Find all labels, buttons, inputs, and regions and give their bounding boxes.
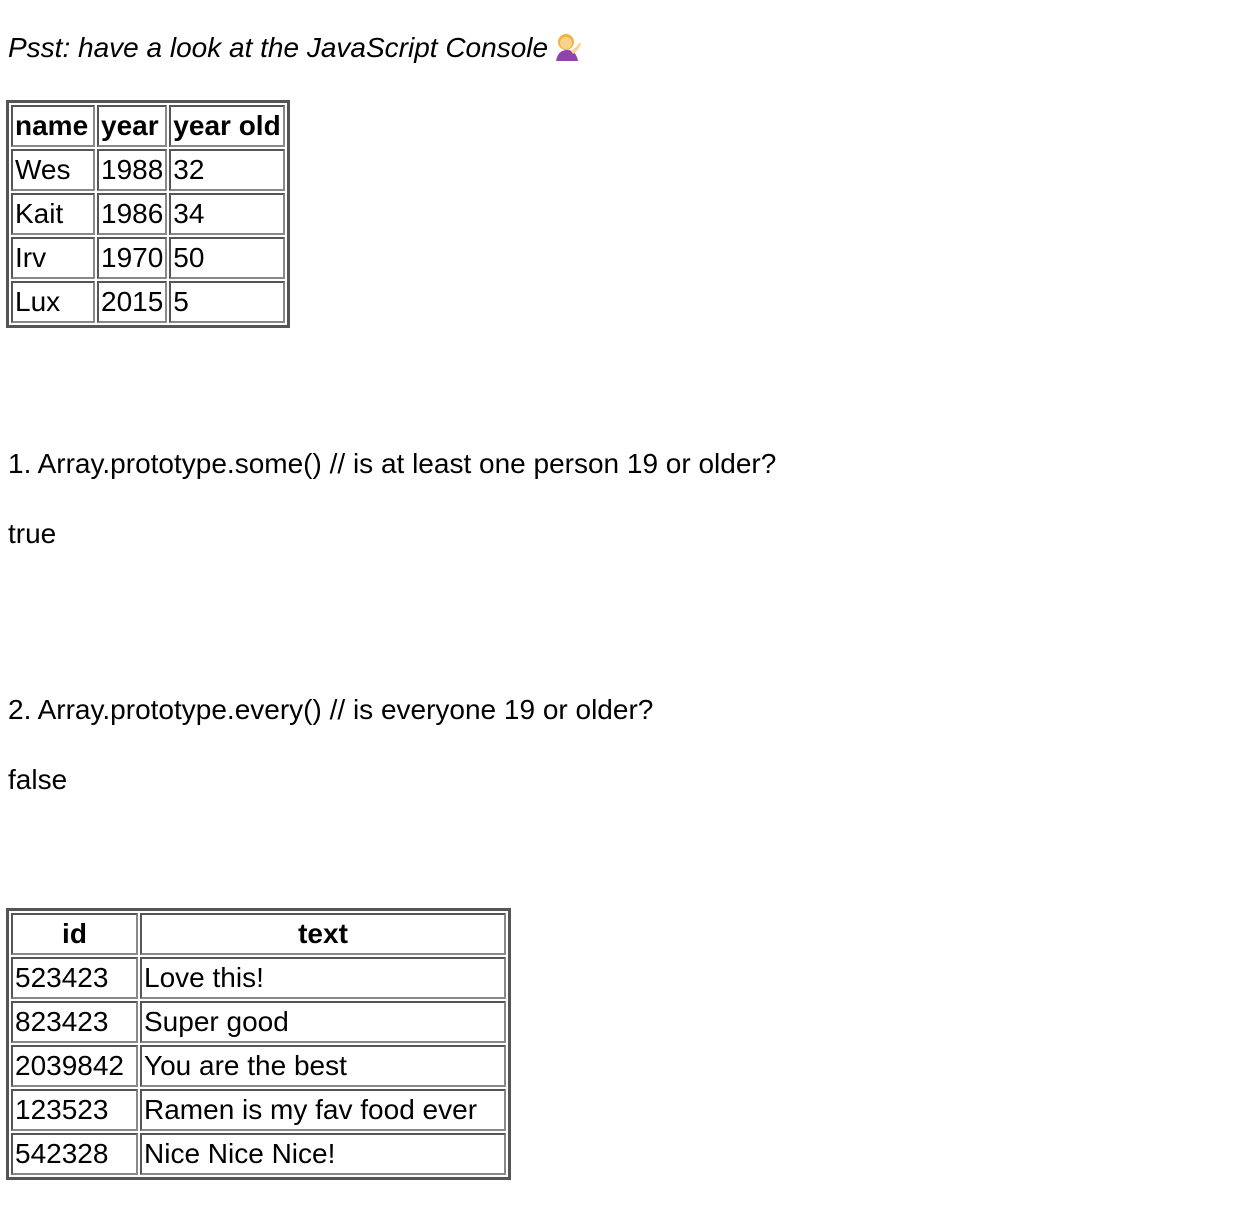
cell-text: Ramen is my fav food ever <box>140 1089 506 1131</box>
column-header-id: id <box>11 913 138 955</box>
cell-id: 542328 <box>11 1133 138 1175</box>
cell-id: 523423 <box>11 957 138 999</box>
cell-year-old: 34 <box>169 193 286 235</box>
column-header-text: text <box>140 913 506 955</box>
cell-id: 823423 <box>11 1001 138 1043</box>
question-every: 2. Array.prototype.every() // is everyon… <box>8 694 654 725</box>
table-row: 2039842 You are the best <box>11 1045 506 1087</box>
table-row: 523423 Love this! <box>11 957 506 999</box>
cell-id: 123523 <box>11 1089 138 1131</box>
intro-text: Psst: have a look at the JavaScript Cons… <box>8 32 549 63</box>
cell-name: Lux <box>11 281 95 323</box>
answer-every: false <box>8 764 68 795</box>
intro-text-line: Psst: have a look at the JavaScript Cons… <box>8 28 582 68</box>
column-header-year: year <box>97 105 168 147</box>
table-row: Wes 1988 32 <box>11 149 286 191</box>
table-header-row: name year year old <box>11 105 286 147</box>
answer-some: true <box>8 518 57 549</box>
cell-year: 1986 <box>97 193 168 235</box>
cell-id: 2039842 <box>11 1045 138 1087</box>
comments-table: id text 523423 Love this! 823423 Super g… <box>6 908 511 1180</box>
table-row: Irv 1970 50 <box>11 237 286 279</box>
cell-text: You are the best <box>140 1045 506 1087</box>
column-header-year-old: year old <box>169 105 286 147</box>
question-some: 1. Array.prototype.some() // is at least… <box>8 448 777 479</box>
cell-year-old: 5 <box>169 281 286 323</box>
cell-text: Nice Nice Nice! <box>140 1133 506 1175</box>
cell-year: 2015 <box>97 281 168 323</box>
cell-name: Irv <box>11 237 95 279</box>
table-header-row: id text <box>11 913 506 955</box>
table-row: Lux 2015 5 <box>11 281 286 323</box>
table-row: 123523 Ramen is my fav food ever <box>11 1089 506 1131</box>
people-table: name year year old Wes 1988 32 Kait 1986… <box>6 100 291 328</box>
person-tipping-hand-emoji-icon <box>552 31 582 61</box>
cell-text: Super good <box>140 1001 506 1043</box>
column-header-name: name <box>11 105 95 147</box>
cell-year: 1988 <box>97 149 168 191</box>
cell-year: 1970 <box>97 237 168 279</box>
table-row: 823423 Super good <box>11 1001 506 1043</box>
table-row: 542328 Nice Nice Nice! <box>11 1133 506 1175</box>
table-row: Kait 1986 34 <box>11 193 286 235</box>
cell-name: Wes <box>11 149 95 191</box>
cell-text: Love this! <box>140 957 506 999</box>
cell-year-old: 50 <box>169 237 286 279</box>
cell-year-old: 32 <box>169 149 286 191</box>
cell-name: Kait <box>11 193 95 235</box>
